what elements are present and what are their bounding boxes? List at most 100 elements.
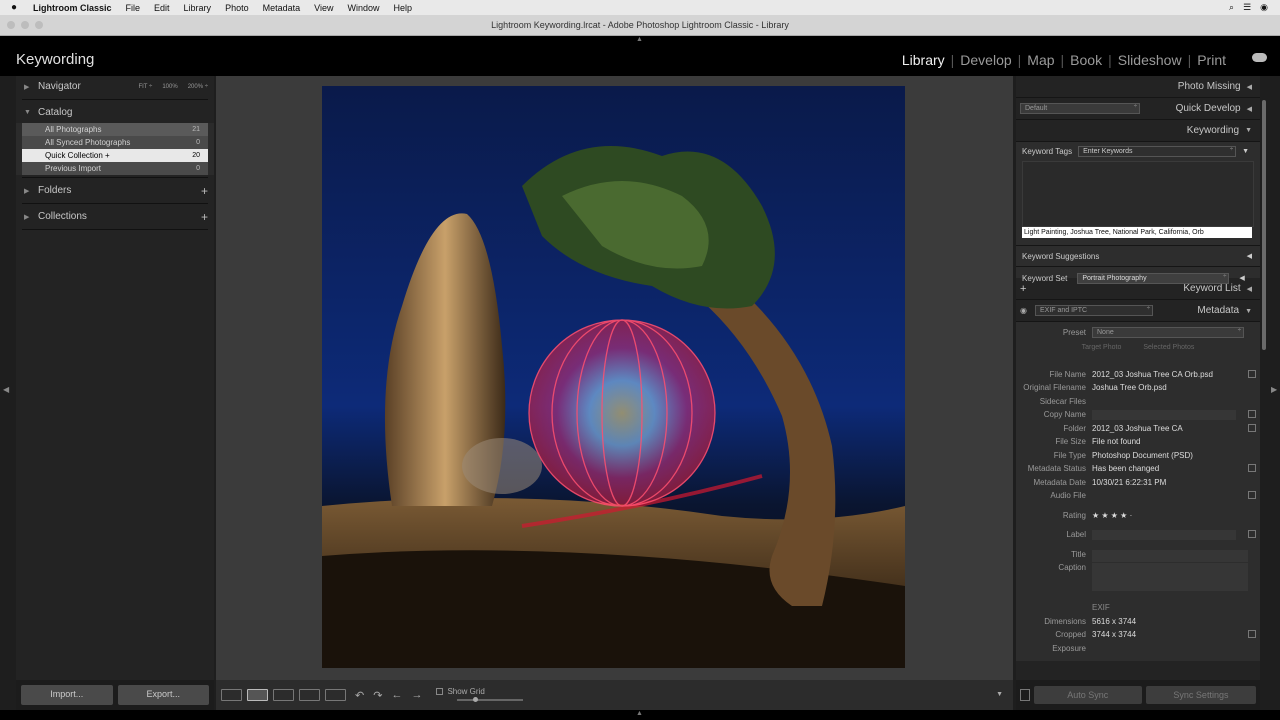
metadata-header[interactable]: ◉ EXIF and IPTC ÷ Metadata ▼ xyxy=(1016,300,1260,322)
slider-knob[interactable] xyxy=(473,697,478,702)
quick-develop-preset-select[interactable]: Default ÷ xyxy=(1020,103,1140,114)
menu-help[interactable]: Help xyxy=(394,3,413,13)
metadata-preset-select[interactable]: None ÷ xyxy=(1092,327,1244,339)
preset-value: Default xyxy=(1025,105,1048,112)
dropdown-icon[interactable]: ▼ xyxy=(1242,148,1249,155)
collapse-triangle-icon[interactable]: ◀ xyxy=(1247,252,1252,260)
quick-develop-header[interactable]: Default ÷ Quick Develop ◀ xyxy=(1016,98,1260,120)
keyword-entry-input[interactable]: Light Painting, Joshua Tree, National Pa… xyxy=(1022,227,1252,238)
module-develop[interactable]: Develop xyxy=(954,52,1017,68)
catalog-item-all-photographs[interactable]: All Photographs 21 xyxy=(22,123,208,136)
module-print[interactable]: Print xyxy=(1191,52,1232,68)
loupe-view-button[interactable] xyxy=(247,689,268,701)
cloud-icon[interactable] xyxy=(1252,53,1267,62)
show-grid-toggle[interactable]: Show Grid xyxy=(436,687,485,696)
zoom-100[interactable]: 100% xyxy=(162,84,177,90)
menu-library[interactable]: Library xyxy=(184,3,212,13)
file-name-field[interactable]: 2012_03 Joshua Tree CA Orb.psd xyxy=(1092,370,1248,379)
module-map[interactable]: Map xyxy=(1021,52,1060,68)
zoom-200[interactable]: 200% ÷ xyxy=(188,84,208,90)
keyword-suggestions-label[interactable]: Keyword Suggestions xyxy=(1022,252,1099,261)
rename-icon[interactable] xyxy=(1248,369,1256,378)
rotate-left-icon[interactable]: ↶ xyxy=(355,689,364,702)
menu-photo[interactable]: Photo xyxy=(225,3,249,13)
copy-name-field[interactable] xyxy=(1092,410,1236,420)
people-view-button[interactable] xyxy=(325,689,346,701)
caption-field[interactable] xyxy=(1092,563,1248,591)
catalog-item-label: All Photographs xyxy=(45,125,102,134)
histogram-header[interactable]: Photo Missing ◀ xyxy=(1016,76,1260,98)
app-menu[interactable]: Lightroom Classic xyxy=(33,3,112,13)
catalog-item-count: 0 xyxy=(196,165,200,172)
apple-icon[interactable]: ● xyxy=(11,2,25,13)
collapse-left-panel-icon[interactable]: ◀ xyxy=(3,385,9,394)
siri-icon[interactable]: ◉ xyxy=(1260,2,1268,13)
collapse-triangle-icon[interactable]: ◀ xyxy=(1239,274,1244,282)
selected-photos-button[interactable]: Selected Photos xyxy=(1143,344,1194,358)
module-book[interactable]: Book xyxy=(1064,52,1108,68)
previous-photo-icon[interactable]: ← xyxy=(391,689,402,701)
menu-window[interactable]: Window xyxy=(347,3,379,13)
eye-icon[interactable]: ◉ xyxy=(1020,306,1027,315)
exif-section-label: EXIF xyxy=(1092,603,1110,612)
checkbox-icon[interactable] xyxy=(436,687,444,695)
close-window-button[interactable] xyxy=(7,21,15,29)
minimize-window-button[interactable] xyxy=(21,21,29,29)
md-label: Metadata Date xyxy=(1033,477,1086,487)
search-icon[interactable]: ⌕ xyxy=(1229,2,1234,13)
next-photo-icon[interactable]: → xyxy=(411,689,422,701)
export-button[interactable]: Export... xyxy=(117,685,209,705)
module-slideshow[interactable]: Slideshow xyxy=(1112,52,1188,68)
import-button[interactable]: Import... xyxy=(21,685,113,705)
module-library[interactable]: Library xyxy=(896,52,951,68)
right-panel-scrollbar[interactable] xyxy=(1262,100,1266,350)
catalog-item-quick-collection[interactable]: Quick Collection + 20 xyxy=(22,149,208,162)
add-collection-icon[interactable]: + xyxy=(201,210,208,224)
menu-view[interactable]: View xyxy=(314,3,333,13)
catalog-item-previous-import[interactable]: Previous Import 0 xyxy=(22,162,208,175)
menu-metadata[interactable]: Metadata xyxy=(263,3,301,13)
sync-toggle-icon[interactable] xyxy=(1020,689,1030,701)
menu-edit[interactable]: Edit xyxy=(154,3,170,13)
zoom-window-button[interactable] xyxy=(35,21,43,29)
metadata-view-select[interactable]: EXIF and IPTC ÷ xyxy=(1034,305,1153,316)
title-field[interactable] xyxy=(1092,549,1248,562)
crop-icon[interactable] xyxy=(1248,630,1256,638)
keywording-header[interactable]: Keywording ▼ xyxy=(1016,120,1260,142)
collapse-right-panel-icon[interactable]: ▶ xyxy=(1271,385,1277,394)
compare-view-button[interactable] xyxy=(273,689,294,701)
expand-filmstrip-icon[interactable]: ▲ xyxy=(636,710,643,717)
catalog-header[interactable]: ▼ Catalog xyxy=(16,102,214,123)
collapse-top-panel-icon[interactable]: ▲ xyxy=(636,36,643,43)
audio-icon[interactable] xyxy=(1248,491,1256,499)
collections-header[interactable]: ▶ Collections + xyxy=(16,206,214,227)
auto-sync-button[interactable]: Auto Sync xyxy=(1033,686,1142,704)
label-field[interactable] xyxy=(1092,530,1236,540)
navigator-header[interactable]: ▶ Navigator FIT ÷ 100% 200% ÷ xyxy=(16,76,214,97)
sync-settings-button[interactable]: Sync Settings xyxy=(1145,686,1256,704)
keyword-set-select[interactable]: Portrait Photography ÷ xyxy=(1077,272,1230,284)
rotate-right-icon[interactable]: ↷ xyxy=(373,689,382,702)
keyword-tags-area[interactable] xyxy=(1022,161,1254,227)
survey-view-button[interactable] xyxy=(299,689,320,701)
grid-view-button[interactable] xyxy=(221,689,242,701)
keyword-tags-mode-select[interactable]: Enter Keywords ÷ xyxy=(1078,146,1237,157)
dimensions-value: 5616 x 3744 xyxy=(1092,616,1137,626)
go-icon[interactable] xyxy=(1248,410,1256,418)
go-to-folder-icon[interactable] xyxy=(1248,423,1256,432)
md-label: File Size xyxy=(1055,437,1086,446)
catalog-item-all-synced[interactable]: All Synced Photographs 0 xyxy=(22,136,208,149)
toolbar-menu-icon[interactable]: ▼ xyxy=(996,691,1003,698)
zoom-fit[interactable]: FIT ÷ xyxy=(138,84,152,90)
main-photo[interactable] xyxy=(322,86,905,668)
add-keyword-icon[interactable]: + xyxy=(1020,283,1026,295)
menu-file[interactable]: File xyxy=(126,3,141,13)
label-menu-icon[interactable] xyxy=(1248,530,1256,538)
sync-status-icon[interactable] xyxy=(1248,464,1256,472)
rating-stars[interactable]: ★ ★ ★ ★ · xyxy=(1092,511,1260,520)
add-folder-icon[interactable]: + xyxy=(201,184,208,198)
target-photo-button[interactable]: Target Photo xyxy=(1082,344,1122,358)
control-center-icon[interactable]: ☰ xyxy=(1243,2,1251,13)
grid-size-slider[interactable] xyxy=(457,697,523,702)
folders-header[interactable]: ▶ Folders + xyxy=(16,180,214,201)
